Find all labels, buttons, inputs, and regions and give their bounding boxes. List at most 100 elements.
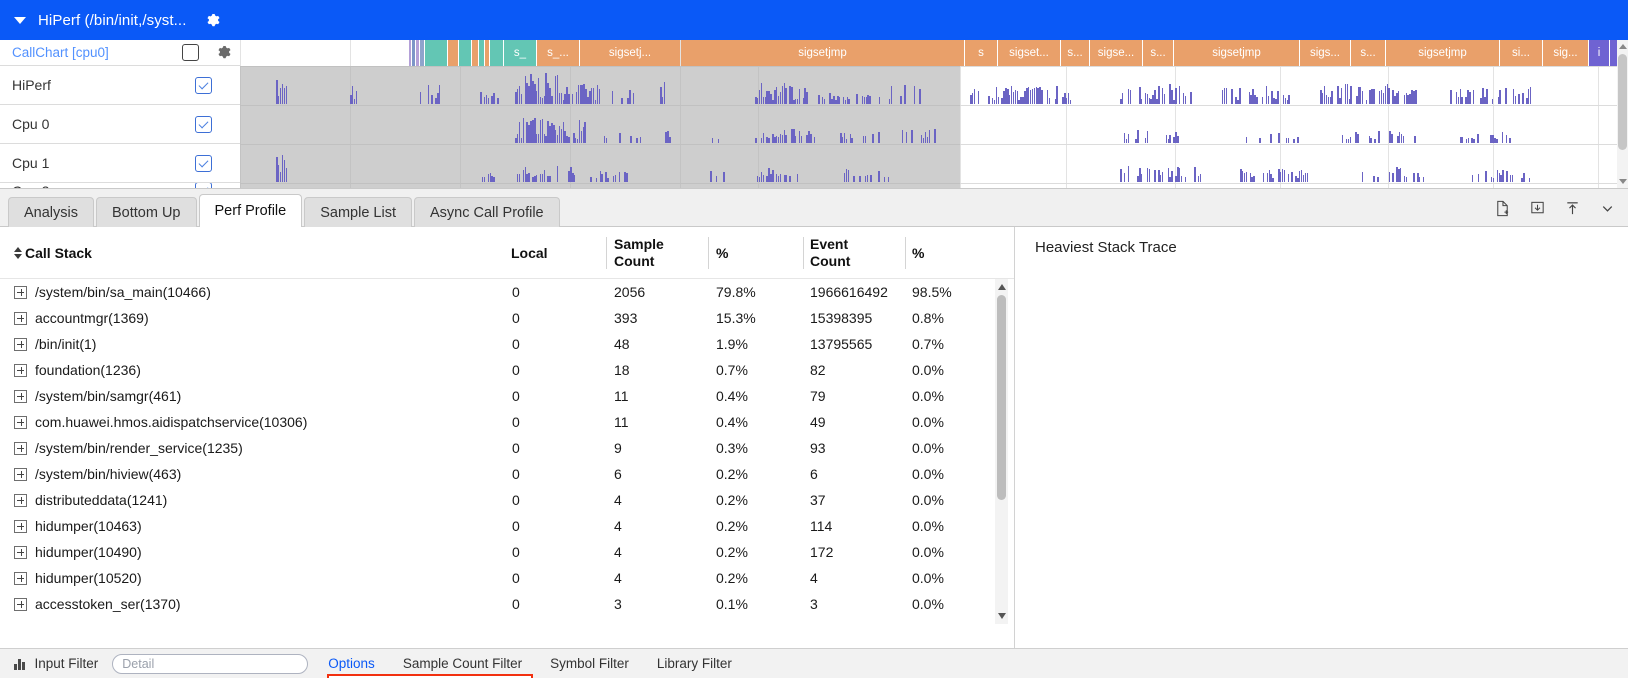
tab-sample-list[interactable]: Sample List: [304, 197, 412, 227]
flame-block[interactable]: sigset...: [998, 40, 1060, 66]
scrollbar-thumb[interactable]: [997, 295, 1006, 500]
expand-plus-icon[interactable]: [14, 286, 27, 299]
expand-plus-icon[interactable]: [14, 338, 27, 351]
cell-call-stack[interactable]: distributeddata(1241): [14, 487, 167, 513]
symbol-filter-link[interactable]: Symbol Filter: [550, 656, 629, 671]
flame-block[interactable]: s: [965, 40, 997, 66]
column-header-event-pct[interactable]: %: [912, 227, 924, 279]
triangle-down-icon[interactable]: [14, 17, 26, 24]
cpu0-checkbox[interactable]: [195, 116, 212, 133]
table-row[interactable]: hidumper(10490)040.2%1720.0%: [0, 539, 1014, 565]
tab-analysis[interactable]: Analysis: [8, 197, 94, 227]
flame-block[interactable]: s...: [1143, 40, 1173, 66]
table-row[interactable]: foundation(1236)0180.7%820.0%: [0, 357, 1014, 383]
expand-plus-icon[interactable]: [14, 598, 27, 611]
callchart-gear-icon[interactable]: [217, 45, 232, 60]
cell-call-stack[interactable]: /system/bin/samgr(461): [14, 383, 181, 409]
timeline-scrollbar[interactable]: [1617, 40, 1628, 188]
flame-block[interactable]: sig...: [1543, 40, 1588, 66]
tab-bottom-up[interactable]: Bottom Up: [96, 197, 197, 227]
flame-block[interactable]: [459, 40, 471, 66]
column-header-call-stack[interactable]: Call Stack: [14, 227, 92, 279]
flame-block[interactable]: [409, 40, 411, 66]
cpu1-checkbox[interactable]: [195, 155, 212, 172]
column-header-local[interactable]: Local: [511, 227, 548, 279]
table-row[interactable]: accountmgr(1369)039315.3%153983950.8%: [0, 305, 1014, 331]
timeline-row-cpu0[interactable]: Cpu 0: [0, 105, 240, 144]
cell-call-stack[interactable]: foundation(1236): [14, 357, 141, 383]
flame-chart-strip[interactable]: s_s_...sigsetj...sigsetjmpssigset...s...…: [240, 40, 1628, 66]
library-filter-link[interactable]: Library Filter: [657, 656, 732, 671]
scroll-down-arrow[interactable]: [998, 613, 1006, 619]
cell-call-stack[interactable]: /bin/init(1): [14, 331, 96, 357]
flame-block[interactable]: sigsetjmp: [1386, 40, 1499, 66]
collapse-up-icon[interactable]: [1563, 199, 1581, 217]
expand-plus-icon[interactable]: [14, 312, 27, 325]
table-row[interactable]: /system/bin/render_service(1235)090.3%93…: [0, 435, 1014, 461]
cell-call-stack[interactable]: /system/bin/render_service(1235): [14, 435, 243, 461]
timeline-row-cpu1[interactable]: Cpu 1: [0, 144, 240, 183]
timeline-chart[interactable]: s_s_...sigsetj...sigsetjmpssigset...s...…: [240, 40, 1628, 188]
hiperf-checkbox[interactable]: [195, 77, 212, 94]
cell-call-stack[interactable]: com.huawei.hmos.aidispatchservice(10306): [14, 409, 307, 435]
options-link[interactable]: Options: [328, 656, 375, 671]
flame-block[interactable]: s_: [504, 40, 536, 66]
expand-plus-icon[interactable]: [14, 442, 27, 455]
table-row[interactable]: /system/bin/samgr(461)0110.4%790.0%: [0, 383, 1014, 409]
table-row[interactable]: /system/bin/sa_main(10466)0205679.8%1966…: [0, 279, 1014, 305]
gear-icon[interactable]: [206, 13, 221, 28]
column-header-sample-pct[interactable]: %: [716, 227, 728, 279]
flame-block[interactable]: sigse...: [1090, 40, 1142, 66]
sample-count-filter-link[interactable]: Sample Count Filter: [403, 656, 522, 671]
column-header-sample-count[interactable]: SampleCount: [614, 227, 664, 279]
expand-plus-icon[interactable]: [14, 546, 27, 559]
cell-call-stack[interactable]: /system/bin/sa_main(10466): [14, 279, 211, 305]
flame-block[interactable]: [448, 40, 458, 66]
flame-block[interactable]: sigsetjmp: [681, 40, 964, 66]
expand-plus-icon[interactable]: [14, 572, 27, 585]
callchart-checkbox[interactable]: [182, 44, 199, 61]
table-row[interactable]: hidumper(10463)040.2%1140.0%: [0, 513, 1014, 539]
table-row[interactable]: com.huawei.hmos.aidispatchservice(10306)…: [0, 409, 1014, 435]
flame-block[interactable]: si...: [1500, 40, 1542, 66]
new-file-icon[interactable]: [1493, 199, 1511, 217]
table-row[interactable]: /bin/init(1)0481.9%137955650.7%: [0, 331, 1014, 357]
timeline-row-callchart[interactable]: CallChart [cpu0]: [0, 40, 240, 66]
table-scrollbar[interactable]: [995, 279, 1008, 624]
column-header-event-count[interactable]: EventCount: [810, 227, 850, 279]
save-download-icon[interactable]: [1528, 199, 1546, 217]
flame-block[interactable]: [472, 40, 478, 66]
cell-call-stack[interactable]: accountmgr(1369): [14, 305, 149, 331]
detail-input[interactable]: Detail: [112, 654, 308, 674]
cell-call-stack[interactable]: hidumper(10490): [14, 539, 142, 565]
cell-call-stack[interactable]: hidumper(10520): [14, 565, 142, 591]
sort-icon[interactable]: [14, 247, 22, 259]
table-row[interactable]: accesstoken_ser(1370)030.1%30.0%: [0, 591, 1014, 617]
flame-block[interactable]: [490, 40, 503, 66]
table-row[interactable]: hidumper(10520)040.2%40.0%: [0, 565, 1014, 591]
cell-call-stack[interactable]: /system/bin/hiview(463): [14, 461, 181, 487]
flame-block[interactable]: [485, 40, 489, 66]
expand-plus-icon[interactable]: [14, 416, 27, 429]
flame-block[interactable]: [425, 40, 447, 66]
expand-plus-icon[interactable]: [14, 390, 27, 403]
flame-block[interactable]: [412, 40, 415, 66]
expand-plus-icon[interactable]: [14, 494, 27, 507]
chevron-down-icon[interactable]: [1598, 199, 1616, 217]
flame-block[interactable]: sigs...: [1300, 40, 1350, 66]
flame-block[interactable]: [416, 40, 419, 66]
flame-block[interactable]: s_...: [537, 40, 579, 66]
flame-block[interactable]: sigsetjmp: [1174, 40, 1299, 66]
cell-call-stack[interactable]: accesstoken_ser(1370): [14, 591, 181, 617]
expand-plus-icon[interactable]: [14, 364, 27, 377]
flame-block[interactable]: sigsetj...: [580, 40, 680, 66]
flame-block[interactable]: [479, 40, 484, 66]
timeline-row-hiperf[interactable]: HiPerf: [0, 66, 240, 105]
flame-block[interactable]: s...: [1351, 40, 1385, 66]
expand-plus-icon[interactable]: [14, 468, 27, 481]
tab-async-call-profile[interactable]: Async Call Profile: [414, 197, 560, 227]
table-row[interactable]: distributeddata(1241)040.2%370.0%: [0, 487, 1014, 513]
cell-call-stack[interactable]: hidumper(10463): [14, 513, 142, 539]
scroll-up-arrow[interactable]: [998, 284, 1006, 290]
cpu2-checkbox[interactable]: [195, 183, 212, 188]
